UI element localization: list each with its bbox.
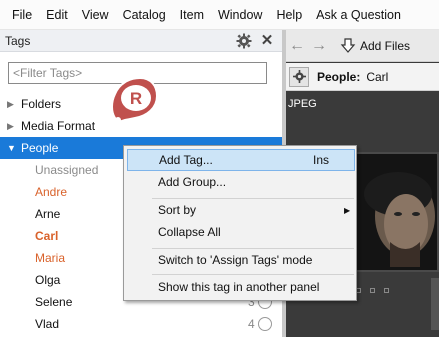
filter-bar: People: Carl: [286, 63, 439, 91]
gear-icon[interactable]: [235, 32, 253, 50]
menu-item-label: Show this tag in another panel: [158, 280, 320, 294]
context-menu: Add Tag... Ins Add Group... Sort by ▶ Co…: [123, 145, 357, 301]
expand-arrow-icon[interactable]: ▶: [7, 121, 17, 132]
menu-item-label: Sort by: [158, 203, 197, 217]
add-files-button[interactable]: Add Files: [340, 37, 411, 54]
tag-label: Andre: [35, 185, 68, 199]
menu-item-collapse-all[interactable]: Collapse All: [127, 221, 355, 243]
menu-item-label: Collapse All: [158, 225, 221, 239]
tag-label: Vlad: [35, 317, 60, 331]
menu-bar: File Edit View Catalog Item Window Help …: [0, 0, 439, 30]
tag-label: Arne: [35, 207, 61, 221]
tag-count: 4: [248, 317, 255, 331]
tree-item-label: Media Format: [21, 119, 96, 133]
menu-separator: [152, 274, 354, 275]
menu-item-sort-by[interactable]: Sort by ▶: [127, 199, 355, 221]
menu-item-show-in-another-panel[interactable]: Show this tag in another panel: [127, 276, 355, 298]
thumbnail-controls: [356, 288, 389, 293]
tag-label: Olga: [35, 273, 61, 287]
right-click-badge-icon: R: [111, 76, 159, 124]
forward-arrow-icon[interactable]: →: [308, 37, 330, 55]
expand-arrow-icon[interactable]: ▶: [7, 99, 17, 110]
menu-view[interactable]: View: [75, 8, 116, 22]
tag-item-vlad[interactable]: Vlad 4: [0, 313, 282, 335]
menu-item-label: Switch to 'Assign Tags' mode: [158, 253, 313, 267]
tags-panel-header: Tags ✕: [0, 30, 282, 52]
scrollbar[interactable]: [431, 278, 439, 330]
media-type-label: JPEG: [288, 98, 317, 110]
submenu-arrow-icon: ▶: [344, 205, 351, 215]
menu-item-label: Add Tag...: [159, 153, 213, 167]
tag-label: Carl: [35, 229, 59, 243]
filter-value: Carl: [366, 69, 389, 84]
menu-file[interactable]: File: [0, 8, 39, 22]
tag-label: Maria: [35, 251, 66, 265]
menu-item[interactable]: Item: [173, 8, 211, 22]
tags-panel-title: Tags: [5, 34, 31, 48]
menu-item-label: Add Group...: [158, 175, 227, 189]
control-dot[interactable]: [370, 288, 375, 293]
badge-letter: R: [130, 89, 142, 108]
tag-label: Unassigned: [35, 163, 99, 177]
menu-window[interactable]: Window: [211, 8, 269, 22]
menu-item-add-group[interactable]: Add Group...: [127, 171, 355, 193]
browser-toolbar: ← → Add Files: [286, 30, 439, 62]
control-dot[interactable]: [384, 288, 389, 293]
tree-item-label: People: [21, 141, 59, 155]
settings-gear-icon[interactable]: [289, 66, 309, 87]
add-files-label: Add Files: [360, 38, 411, 53]
menu-help[interactable]: Help: [269, 8, 309, 22]
close-icon[interactable]: ✕: [259, 31, 275, 49]
menu-edit[interactable]: Edit: [39, 8, 75, 22]
tag-label: Selene: [35, 295, 73, 309]
collapse-arrow-icon[interactable]: ▼: [7, 143, 17, 153]
menu-item-switch-assign-mode[interactable]: Switch to 'Assign Tags' mode: [127, 249, 355, 271]
menu-item-shortcut: Ins: [313, 153, 330, 167]
tree-item-label: Folders: [21, 97, 62, 111]
menu-catalog[interactable]: Catalog: [116, 8, 173, 22]
assign-radio[interactable]: [258, 317, 272, 331]
back-arrow-icon[interactable]: ←: [286, 37, 308, 55]
thumbnail-image[interactable]: [348, 152, 439, 272]
menu-item-add-tag[interactable]: Add Tag... Ins: [127, 149, 355, 171]
menu-ask-question[interactable]: Ask a Question: [309, 8, 408, 22]
download-arrow-icon: [340, 37, 356, 53]
filter-category: People:: [317, 69, 361, 84]
